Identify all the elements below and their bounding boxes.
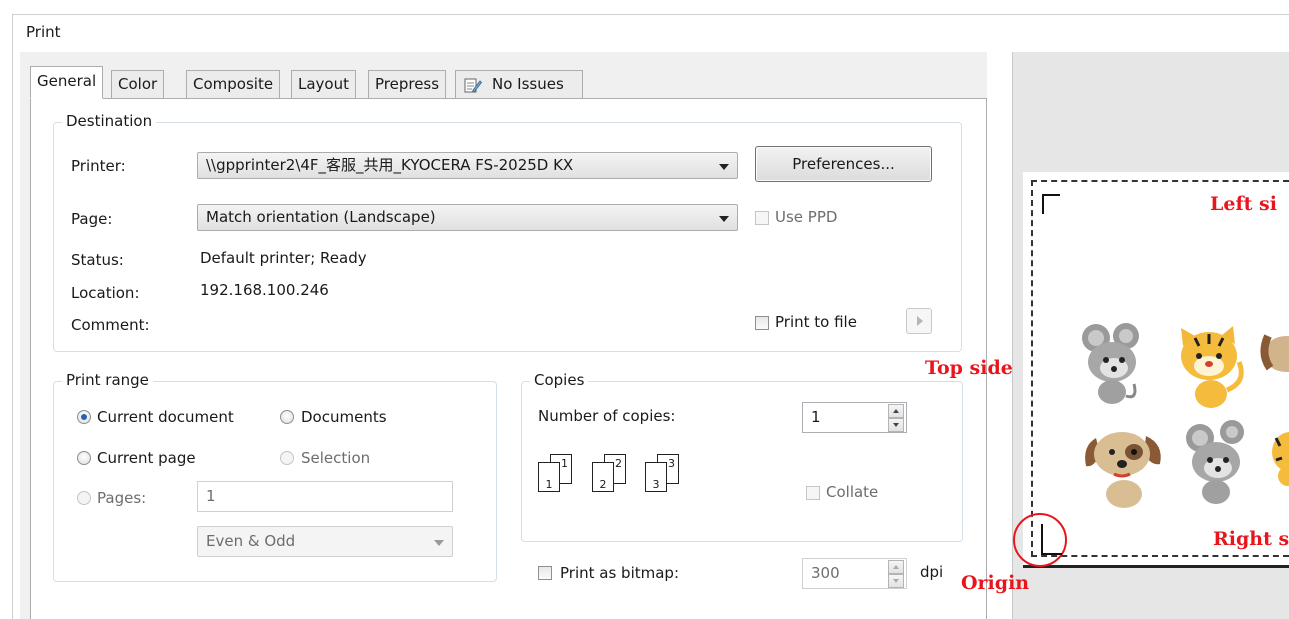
current-page-radio[interactable] [77, 451, 91, 465]
documents-label: Documents [301, 408, 387, 426]
print-to-file-checkbox[interactable] [755, 316, 769, 330]
number-of-copies-input[interactable]: 1 [802, 402, 907, 433]
chevron-down-icon [719, 164, 729, 170]
crop-corner-icon [1042, 194, 1060, 214]
comment-label: Comment: [71, 316, 150, 334]
status-value: Default printer; Ready [200, 249, 367, 267]
selection-radio[interactable] [280, 451, 294, 465]
number-of-copies-label: Number of copies: [538, 407, 676, 425]
collate-pages-icon: 2 2 [592, 454, 628, 494]
page-front: 2 [592, 462, 614, 492]
page-front: 3 [645, 462, 667, 492]
page-front: 1 [538, 462, 560, 492]
selection-label: Selection [301, 449, 371, 467]
preferences-button[interactable]: Preferences... [755, 146, 932, 182]
tab-prepress[interactable]: Prepress [368, 70, 447, 99]
tab-composite[interactable]: Composite [186, 70, 281, 99]
mouse-icon [1186, 420, 1244, 504]
copies-legend: Copies [530, 371, 589, 389]
tab-no-issues[interactable]: No Issues [455, 70, 583, 99]
print-to-file-label: Print to file [775, 313, 857, 331]
use-ppd-checkbox[interactable] [755, 211, 769, 225]
dog-icon [1085, 432, 1161, 508]
browse-file-button[interactable] [906, 308, 932, 334]
documents-radio[interactable] [280, 410, 294, 424]
chevron-down-icon [434, 540, 444, 546]
radio-dot [81, 414, 87, 420]
destination-legend: Destination [62, 112, 157, 130]
tab-layout[interactable]: Layout [291, 70, 356, 99]
status-label: Status: [71, 251, 124, 269]
tab-general[interactable]: General [30, 66, 104, 99]
page-select[interactable]: Match orientation (Landscape) [197, 204, 738, 231]
print-as-bitmap-checkbox[interactable] [538, 566, 552, 580]
pages-radio[interactable] [77, 491, 91, 505]
page-label: Page: [71, 210, 113, 228]
top-side-annotation: Top side [925, 357, 1013, 379]
right-side-annotation: Right s [1213, 528, 1289, 550]
origin-corner-icon [1013, 513, 1067, 567]
current-document-radio[interactable] [77, 410, 91, 424]
pages-input[interactable]: 1 [197, 481, 453, 512]
current-document-label: Current document [97, 408, 234, 426]
collate-pages-icon: 1 1 [538, 454, 574, 494]
print-range-legend: Print range [62, 371, 153, 389]
play-arrow-icon [917, 316, 923, 326]
dpi-input[interactable]: 300 [802, 558, 907, 589]
print-as-bitmap-label: Print as bitmap: [560, 564, 679, 582]
checklist-pencil-icon [464, 78, 482, 93]
copies-spinner[interactable] [888, 403, 904, 434]
pages-label: Pages: [97, 489, 147, 507]
spin-up-icon[interactable] [888, 560, 904, 574]
dpi-unit-label: dpi [920, 563, 944, 581]
location-value: 192.168.100.246 [200, 281, 329, 299]
spin-down-icon[interactable] [888, 574, 904, 588]
mouse-icon [1082, 323, 1139, 404]
window-title: Print [26, 23, 61, 41]
even-odd-select[interactable]: Even & Odd [197, 526, 453, 557]
dog-icon [1260, 334, 1289, 372]
tiger-icon [1181, 326, 1244, 408]
printer-select[interactable]: \\gpprinter2\4F_客服_共用_KYOCERA FS-2025D K… [197, 152, 738, 179]
printer-label: Printer: [71, 157, 126, 175]
left-side-annotation: Left si [1210, 193, 1277, 215]
collate-label: Collate [826, 483, 879, 501]
chevron-down-icon [719, 216, 729, 222]
spin-down-icon[interactable] [888, 418, 904, 432]
collate-checkbox[interactable] [806, 486, 820, 500]
location-label: Location: [71, 284, 140, 302]
dpi-spinner[interactable] [888, 559, 904, 590]
collate-pages-icon: 3 3 [645, 454, 681, 494]
tiger-icon [1272, 432, 1289, 486]
origin-annotation: Origin [961, 572, 1030, 594]
use-ppd-label: Use PPD [775, 208, 838, 226]
spin-up-icon[interactable] [888, 404, 904, 418]
current-page-label: Current page [97, 449, 196, 467]
tab-color[interactable]: Color [111, 70, 165, 99]
